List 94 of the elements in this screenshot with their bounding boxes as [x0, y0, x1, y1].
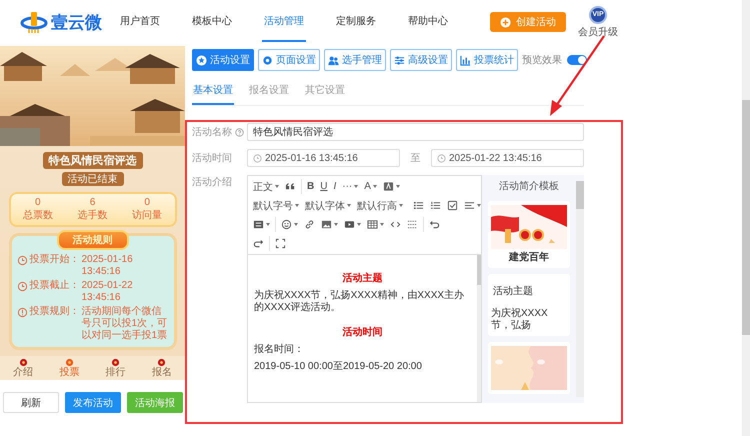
content-paragraph: 报名时间： [254, 344, 305, 356]
rule-text: 2025-01-16 13:45:16 [82, 254, 134, 278]
status-text: 活动已结束 [62, 172, 124, 186]
format-button[interactable]: U [317, 178, 330, 195]
content-paragraph: 为庆祝XXXX节，弘扬XXXX精神，由XXXX主办的XXXX评选活动。 [254, 290, 466, 314]
users-icon [328, 54, 339, 66]
activity-title: 特色风情民宿评选 [42, 152, 142, 169]
format-button[interactable]: A [361, 178, 380, 195]
format-button[interactable]: 正文 [250, 178, 282, 195]
card-text: 为庆祝XXXX节，弘扬 [491, 308, 549, 332]
format-button[interactable]: 默认行高 [354, 197, 406, 214]
format-button[interactable]: 默认字号 [250, 197, 302, 214]
toolbar-button[interactable]: 高级设置 [390, 49, 452, 71]
toggle-label: 预览效果 [522, 54, 562, 67]
toolbar-button[interactable]: 活动设置 [192, 49, 254, 71]
nav-link[interactable]: 活动管理 [262, 2, 306, 42]
separator-text: 至 [410, 152, 422, 165]
refresh-button[interactable]: 刷新 [3, 392, 59, 413]
format-button[interactable]: ··· [339, 178, 362, 195]
nav-link[interactable]: 模板中心 [190, 2, 234, 42]
nav-link[interactable]: 定制服务 [334, 2, 378, 42]
rule-text: 活动期间每个微信号只可以投1次，可以对同一选手投1票 [82, 306, 168, 342]
table-icon [367, 219, 378, 230]
clock-icon [253, 154, 262, 162]
image-icon [321, 219, 332, 230]
info-icon [16, 307, 28, 318]
stat-value: 0 [144, 197, 150, 208]
lantern-icon [157, 358, 166, 367]
format-button[interactable]: I [330, 178, 340, 195]
toolbar-button[interactable]: 投票统计 [456, 49, 518, 71]
help-icon [235, 128, 244, 136]
bottom-nav-item[interactable]: 排行 [106, 358, 126, 378]
format-button[interactable]: 默认字体 [302, 197, 354, 214]
star-icon [196, 54, 207, 66]
field-label: 活动时间 [192, 152, 232, 165]
align-icon [464, 200, 475, 211]
logo-icon [20, 10, 48, 34]
bar-chart-icon [460, 54, 471, 66]
stat-label: 总票数 [22, 208, 53, 222]
checkbox-icon [447, 200, 458, 211]
bottom-nav-item[interactable]: 介绍 [13, 358, 34, 378]
content-heading: 活动主题 [342, 271, 384, 285]
numbered-list-icon [430, 200, 441, 211]
bullet-list-icon [413, 200, 424, 211]
horizontal-rule-icon [407, 219, 418, 230]
rule-label: 投票开始： [30, 254, 80, 266]
panel-title: 活动简介模板 [499, 180, 559, 193]
toolbar-button[interactable]: 选手管理 [324, 49, 386, 71]
quote-icon [285, 181, 296, 192]
stat-value: 6 [90, 197, 96, 208]
template-card[interactable]: 建党百年 [488, 201, 570, 268]
template-card[interactable]: 活动主题 为庆祝XXXX节，弘扬 [488, 274, 570, 336]
highlight-icon [382, 181, 394, 192]
stat-label: 选手数 [77, 208, 108, 222]
content-paragraph: 2019-05-10 00:00至2019-05-20 20:00 [254, 361, 423, 373]
card-title: 活动主题 [493, 284, 533, 298]
redo-icon [253, 238, 264, 249]
bottom-nav-item[interactable]: 报名 [152, 358, 172, 378]
rule-label: 投票规则： [30, 306, 80, 318]
stat-label: 访问量 [132, 208, 162, 222]
rule-label: 投票截止： [30, 280, 80, 292]
toggle-switch[interactable] [567, 55, 587, 65]
fullscreen-icon [275, 238, 286, 249]
rule-text: 2025-01-22 13:45:16 [82, 280, 134, 304]
content-heading: 活动时间 [342, 326, 384, 339]
undo-icon [429, 219, 440, 230]
clock-icon [16, 281, 28, 292]
rules-heading: 活动规则 [56, 230, 128, 250]
lantern-icon [111, 358, 120, 367]
smiley-icon [281, 219, 292, 230]
logo-text: 壹云微 [51, 12, 102, 34]
sliders-icon [394, 54, 405, 66]
link-icon [304, 219, 315, 230]
name-input[interactable]: 特色风情民宿评选 [247, 123, 584, 141]
clock-icon [437, 154, 446, 162]
card-caption: 建党百年 [509, 250, 549, 264]
settings-tab[interactable]: 基本设置 [192, 77, 234, 105]
date-field[interactable]: 2025-01-16 13:45:16 [247, 149, 400, 167]
date-field[interactable]: 2025-01-22 13:45:16 [431, 149, 584, 167]
nav-link[interactable]: 用户首页 [118, 2, 162, 42]
format-button[interactable]: B [304, 178, 318, 195]
field-label: 活动名称 [192, 126, 232, 139]
field-label: 活动介绍 [192, 176, 232, 189]
nav-link[interactable]: 帮助中心 [406, 2, 450, 42]
code-icon [390, 219, 401, 230]
plus-icon [500, 16, 511, 28]
lantern-icon [64, 358, 74, 367]
lantern-icon [18, 358, 28, 367]
clock-icon [16, 255, 28, 266]
vip-label: 会员升级 [578, 26, 618, 38]
video-icon [344, 219, 355, 230]
indent-icon [253, 219, 264, 230]
toolbar-button[interactable]: 页面设置 [258, 49, 320, 71]
stat-value: 0 [35, 197, 41, 208]
